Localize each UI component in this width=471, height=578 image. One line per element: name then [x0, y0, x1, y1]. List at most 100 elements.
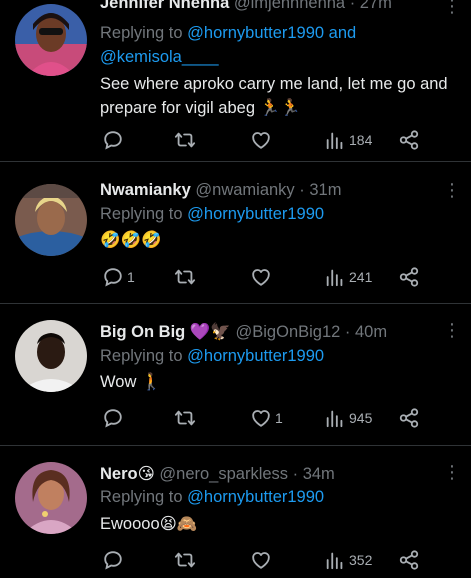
share-button[interactable]	[398, 406, 420, 430]
tweet-header: Big On Big 💜🦅 @BigOnBig12 · 40m	[100, 321, 441, 343]
tweet-text-line-1: Wow 🚶	[100, 373, 162, 391]
replying-to: Replying to @hornybutter1990	[100, 345, 324, 367]
reply-button[interactable]	[102, 548, 127, 572]
tweet-text-line-1: Ewoooo😫🙈	[100, 515, 198, 533]
replying-to: Replying to @hornybutter1990	[100, 486, 324, 508]
like-button[interactable]: 1	[250, 406, 283, 430]
tweet-text-line-1: 🤣🤣🤣	[100, 231, 162, 249]
tweet-text-line-2: prepare for vigil abeg 🏃🏃	[100, 99, 301, 117]
tweet-3[interactable]: Big On Big 💜🦅 @BigOnBig12 · 40m ⋮ Replyi…	[0, 304, 471, 446]
views-button[interactable]: 945	[324, 406, 372, 430]
avatar[interactable]	[15, 462, 87, 534]
timestamp[interactable]: · 34m	[293, 465, 335, 483]
tweet-header: Jennifer Nnenna @imjennnenna · 27m	[100, 0, 441, 14]
replying-to: Replying to @hornybutter1990 and	[100, 22, 356, 44]
display-name[interactable]: Big On Big 💜🦅	[100, 323, 231, 341]
reply-icon	[104, 268, 122, 287]
replying-to-line2: @kemisola____	[100, 46, 219, 68]
retweet-button[interactable]	[174, 406, 196, 430]
username[interactable]: @imjennnenna	[234, 0, 345, 12]
tweet-text: See where aproko carry me land, let me g…	[100, 72, 457, 120]
view-count: 184	[349, 132, 373, 148]
display-name[interactable]: Nwamianky	[100, 181, 191, 199]
like-count: 1	[275, 410, 283, 426]
tweet-header: Nero😘 @nero_sparkless · 34m	[100, 463, 441, 485]
avatar[interactable]	[15, 320, 87, 392]
views-button[interactable]: 184	[324, 128, 372, 152]
action-bar: 1 945	[100, 406, 430, 430]
share-button[interactable]	[398, 128, 420, 152]
views-icon	[326, 269, 343, 287]
tweet-text: 🤣🤣🤣	[100, 228, 457, 252]
views-button[interactable]: 352	[324, 548, 372, 572]
share-icon	[399, 267, 419, 287]
reply-icon	[104, 131, 122, 150]
timestamp[interactable]: · 31m	[299, 181, 341, 199]
like-icon	[252, 269, 270, 286]
like-button[interactable]	[250, 548, 272, 572]
retweet-icon	[174, 132, 196, 148]
like-icon	[252, 552, 270, 569]
share-icon	[399, 130, 419, 150]
tweet-4[interactable]: Nero😘 @nero_sparkless · 34m ⋮ Replying t…	[0, 446, 471, 578]
tweet-text: Wow 🚶	[100, 370, 457, 394]
share-icon	[399, 408, 419, 428]
more-icon[interactable]: ⋮	[443, 462, 461, 482]
username[interactable]: @nero_sparkless	[159, 465, 288, 483]
timestamp[interactable]: · 40m	[345, 323, 387, 341]
tweet-1[interactable]: Jennifer Nnenna @imjennnenna · 27m ⋮ Rep…	[0, 0, 471, 162]
action-bar: 352	[100, 548, 430, 572]
avatar[interactable]	[15, 4, 87, 76]
replying-label: Replying to	[100, 205, 183, 223]
reply-button[interactable]	[102, 406, 127, 430]
share-button[interactable]	[398, 265, 420, 289]
username[interactable]: @nwamianky	[195, 181, 294, 199]
share-button[interactable]	[398, 548, 420, 572]
reply-button[interactable]: 1	[102, 265, 135, 289]
replying-label: Replying to	[100, 488, 183, 506]
retweet-button[interactable]	[174, 128, 196, 152]
reply-icon	[104, 409, 122, 428]
username[interactable]: @BigOnBig12	[236, 323, 341, 341]
retweet-icon	[174, 552, 196, 568]
reply-button[interactable]	[102, 128, 127, 152]
retweet-icon	[174, 269, 196, 285]
view-count: 945	[349, 410, 373, 426]
timestamp[interactable]: · 27m	[350, 0, 392, 12]
replying-to-link-2[interactable]: @kemisola____	[100, 48, 219, 66]
display-name[interactable]: Jennifer Nnenna	[100, 0, 229, 12]
like-icon	[252, 132, 270, 149]
share-icon	[399, 550, 419, 570]
tweet-2[interactable]: Nwamianky @nwamianky · 31m ⋮ Replying to…	[0, 162, 471, 304]
like-icon	[252, 410, 270, 427]
replying-to-link[interactable]: @hornybutter1990 and	[187, 24, 356, 42]
retweet-button[interactable]	[174, 265, 196, 289]
replying-to: Replying to @hornybutter1990	[100, 203, 324, 225]
replying-to-link[interactable]: @hornybutter1990	[187, 488, 324, 506]
replying-to-link[interactable]: @hornybutter1990	[187, 347, 324, 365]
tweet-header: Nwamianky @nwamianky · 31m	[100, 179, 441, 201]
like-button[interactable]	[250, 128, 272, 152]
action-bar: 184	[100, 128, 430, 152]
views-button[interactable]: 241	[324, 265, 372, 289]
replying-label: Replying to	[100, 24, 183, 42]
display-name[interactable]: Nero😘	[100, 465, 155, 483]
avatar[interactable]	[15, 184, 87, 256]
replying-to-link[interactable]: @hornybutter1990	[187, 205, 324, 223]
replying-label: Replying to	[100, 347, 183, 365]
action-bar: 1 241	[100, 265, 430, 289]
tweet-text-line-1: See where aproko carry me land, let me g…	[100, 75, 448, 93]
retweet-icon	[174, 410, 196, 426]
more-icon[interactable]: ⋮	[443, 180, 461, 200]
views-icon	[326, 410, 343, 428]
views-icon	[326, 552, 343, 570]
more-icon[interactable]: ⋮	[443, 320, 461, 340]
view-count: 241	[349, 269, 373, 285]
more-icon[interactable]: ⋮	[443, 0, 461, 16]
tweet-text: Ewoooo😫🙈	[100, 512, 457, 536]
reply-icon	[104, 551, 122, 570]
reply-count: 1	[127, 269, 135, 285]
retweet-button[interactable]	[174, 548, 196, 572]
like-button[interactable]	[250, 265, 272, 289]
views-icon	[326, 132, 343, 150]
